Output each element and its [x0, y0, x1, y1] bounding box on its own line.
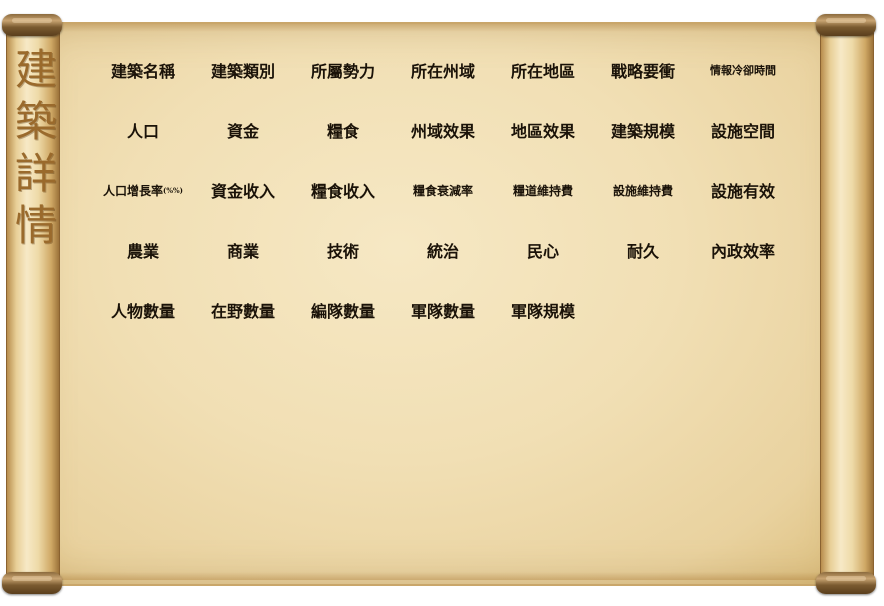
attr-facility-space[interactable]: 設施空間 — [693, 100, 793, 160]
attribute-grid: 建築名稱 建築類別 所屬勢力 所在州域 所在地區 戰略要衝 情報冷卻時間 人口 … — [93, 40, 793, 340]
attr-agriculture[interactable]: 農業 — [93, 220, 193, 280]
attr-governance[interactable]: 統治 — [393, 220, 493, 280]
attr-intel-cooldown[interactable]: 情報冷卻時間 — [693, 40, 793, 100]
attr-food-decay[interactable]: 糧食衰減率 — [393, 160, 493, 220]
roller-cap-top — [816, 14, 876, 36]
attr-funds-income[interactable]: 資金收入 — [193, 160, 293, 220]
panel-title: 建 築 詳 情 — [10, 44, 62, 252]
attr-building-type[interactable]: 建築類別 — [193, 40, 293, 100]
title-char: 詳 — [14, 149, 57, 198]
attr-population[interactable]: 人口 — [93, 100, 193, 160]
attr-facility-upkeep[interactable]: 設施維持費 — [593, 160, 693, 220]
attr-admin-efficiency[interactable]: 內政效率 — [693, 220, 793, 280]
title-char: 築 — [14, 97, 57, 146]
attr-building-name[interactable]: 建築名稱 — [93, 40, 193, 100]
parchment-bottom-edge — [34, 572, 844, 580]
attr-supply-upkeep[interactable]: 糧道維持費 — [493, 160, 593, 220]
attr-building-scale[interactable]: 建築規模 — [593, 100, 693, 160]
attr-commerce[interactable]: 商業 — [193, 220, 293, 280]
parchment-top-edge — [34, 24, 844, 32]
attr-army-scale[interactable]: 軍隊規模 — [493, 280, 593, 340]
attr-strategic-point[interactable]: 戰略要衝 — [593, 40, 693, 100]
attr-food-income[interactable]: 糧食收入 — [293, 160, 393, 220]
roller-cap-top — [2, 14, 62, 36]
attr-population-growth-unit: (%%) — [163, 185, 183, 195]
attr-food[interactable]: 糧食 — [293, 100, 393, 160]
attr-officer-count[interactable]: 人物數量 — [93, 280, 193, 340]
attr-public-order[interactable]: 民心 — [493, 220, 593, 280]
attr-faction[interactable]: 所屬勢力 — [293, 40, 393, 100]
attr-province[interactable]: 所在州域 — [393, 40, 493, 100]
attr-region-effect[interactable]: 地區效果 — [493, 100, 593, 160]
attr-army-count[interactable]: 軍隊數量 — [393, 280, 493, 340]
attr-technology[interactable]: 技術 — [293, 220, 393, 280]
attr-region[interactable]: 所在地區 — [493, 40, 593, 100]
building-details-panel: 建 築 詳 情 建築名稱 建築類別 所屬勢力 所在州域 所在地區 戰略要衝 情報… — [0, 0, 884, 606]
roller-tube — [820, 28, 874, 580]
attr-funds[interactable]: 資金 — [193, 100, 293, 160]
roller-cap-bottom — [816, 572, 876, 594]
attr-unit-count[interactable]: 編隊數量 — [293, 280, 393, 340]
title-char: 建 — [14, 45, 57, 94]
attr-facility-effective[interactable]: 設施有效 — [693, 160, 793, 220]
roller-cap-bottom — [2, 572, 62, 594]
attr-durability[interactable]: 耐久 — [593, 220, 693, 280]
attr-population-growth[interactable]: 人口增長率 (%%) — [93, 160, 193, 220]
attr-province-effect[interactable]: 州域效果 — [393, 100, 493, 160]
scroll-roller-right — [816, 14, 876, 594]
title-char: 情 — [14, 201, 57, 250]
attr-unaffiliated-count[interactable]: 在野數量 — [193, 280, 293, 340]
attr-population-growth-label: 人口增長率 — [103, 183, 164, 198]
